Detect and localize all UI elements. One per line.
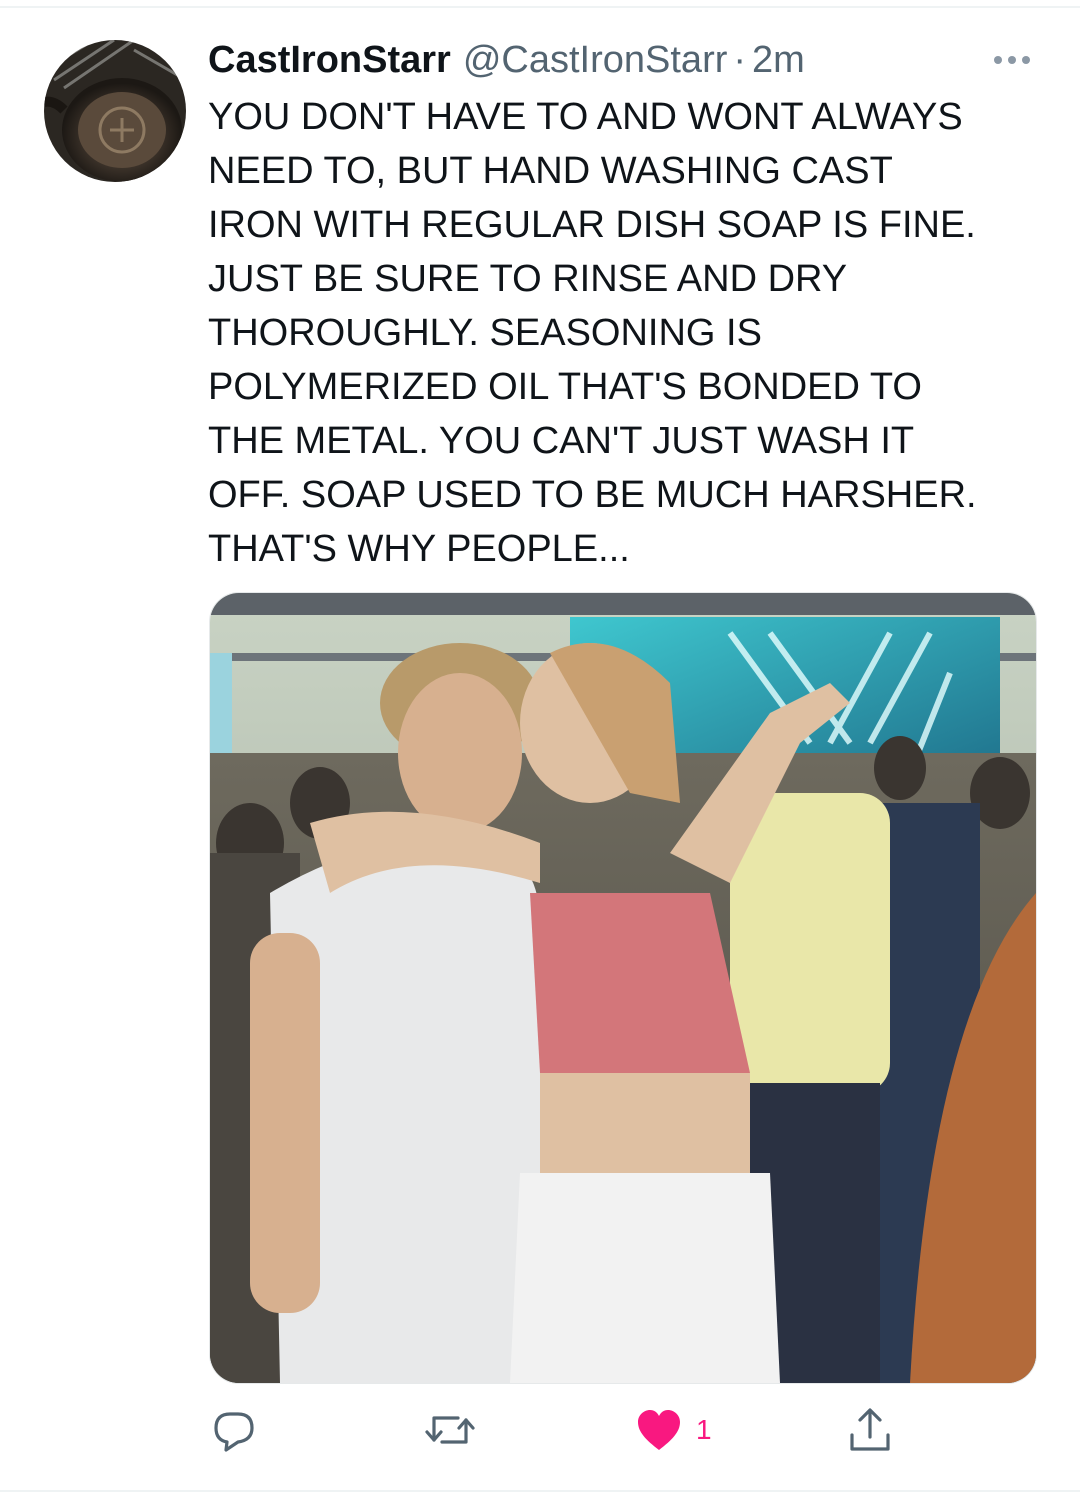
user-handle[interactable]: @CastIronStarr bbox=[463, 38, 728, 82]
timestamp[interactable]: 2m bbox=[752, 38, 805, 82]
tweet-text-line: THE METAL. YOU CAN'T JUST WASH IT bbox=[208, 420, 915, 462]
reply-icon bbox=[214, 1412, 254, 1452]
tweet-media-image[interactable] bbox=[209, 592, 1037, 1384]
tweet-actions: 1 bbox=[0, 1400, 1080, 1460]
photo-illustration bbox=[210, 593, 1036, 1383]
retweet-icon bbox=[425, 1416, 475, 1444]
tweet-text-line: POLYMERIZED OIL THAT'S BONDED TO bbox=[208, 366, 922, 408]
tweet-header: CastIronStarr @CastIronStarr · 2m bbox=[208, 38, 805, 82]
top-divider bbox=[0, 6, 1080, 8]
tweet-text: YOU DON'T HAVE TO AND WONT ALWAYS NEED T… bbox=[208, 90, 1038, 576]
bottom-divider bbox=[0, 1490, 1080, 1492]
tweet-text-line: OFF. SOAP USED TO BE MUCH HARSHER. bbox=[208, 474, 977, 516]
more-icon[interactable] bbox=[990, 48, 1034, 72]
avatar[interactable] bbox=[44, 40, 186, 182]
cast-iron-skillet-avatar-icon bbox=[44, 40, 186, 182]
tweet-text-line: JUST BE SURE TO RINSE AND DRY bbox=[208, 258, 848, 300]
separator-dot: · bbox=[733, 39, 747, 81]
tweet-text-line: THAT'S WHY PEOPLE... bbox=[208, 528, 630, 570]
like-button[interactable]: 1 bbox=[636, 1400, 712, 1460]
heart-icon bbox=[638, 1410, 680, 1450]
share-icon bbox=[850, 1408, 890, 1451]
tweet-text-line: NEED TO, BUT HAND WASHING CAST bbox=[208, 150, 893, 192]
reply-button[interactable] bbox=[210, 1400, 258, 1460]
display-name[interactable]: CastIronStarr bbox=[208, 38, 451, 82]
tweet-text-line: IRON WITH REGULAR DISH SOAP IS FINE. bbox=[208, 204, 976, 246]
tweet-text-line: YOU DON'T HAVE TO AND WONT ALWAYS bbox=[208, 96, 963, 138]
share-button[interactable] bbox=[846, 1400, 894, 1460]
tweet-text-line: THOROUGHLY. SEASONING IS bbox=[208, 312, 762, 354]
retweet-button[interactable] bbox=[424, 1400, 476, 1460]
like-count: 1 bbox=[696, 1414, 712, 1445]
